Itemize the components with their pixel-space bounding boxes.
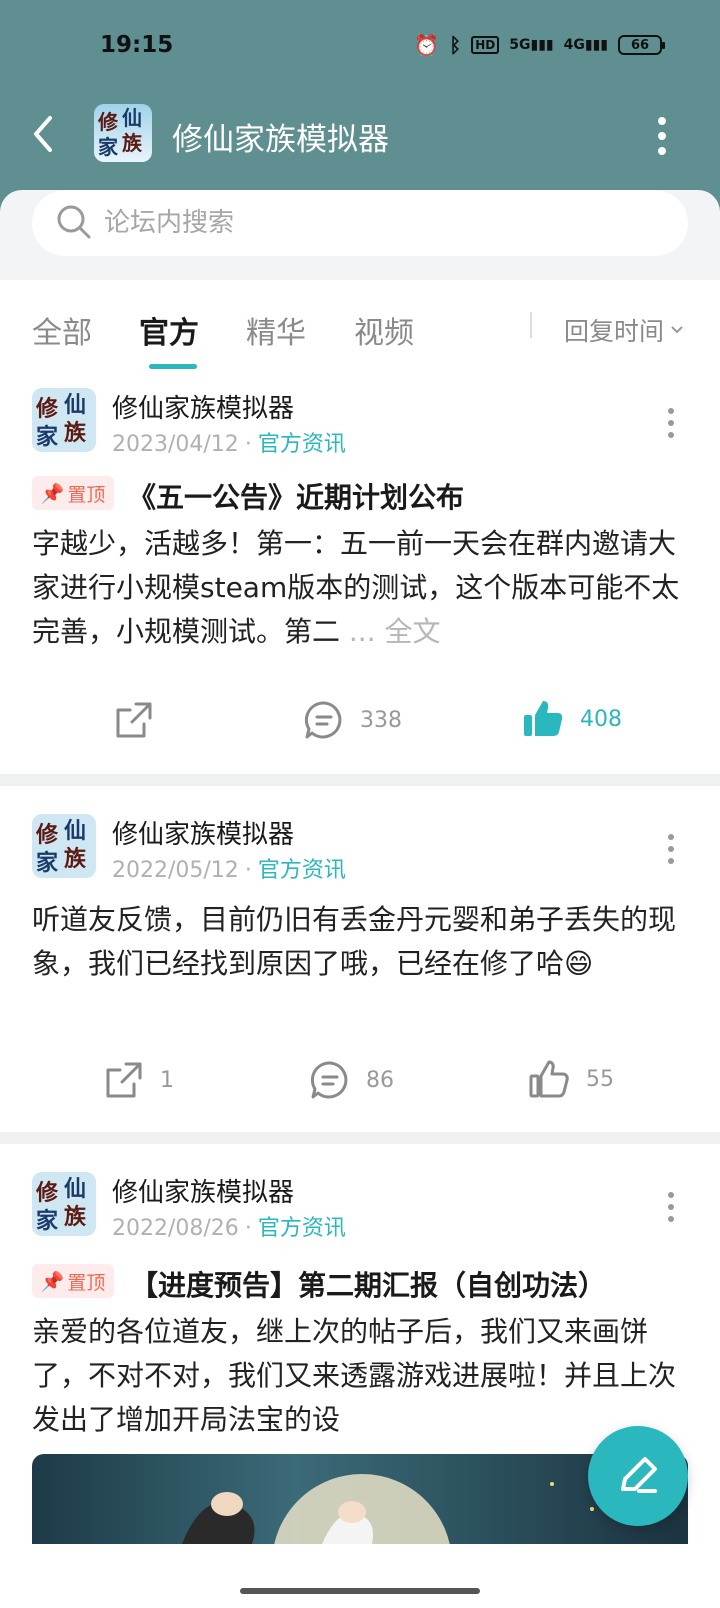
thumbs-up-icon: [529, 1060, 569, 1098]
post-category[interactable]: 官方资讯: [258, 858, 346, 883]
svg-text:修: 修: [35, 822, 59, 848]
post-author[interactable]: 修仙家族模拟器: [112, 814, 294, 851]
share-button[interactable]: 1: [104, 1060, 174, 1100]
chevron-down-icon: [671, 326, 683, 334]
post-date: 2023/04/12: [112, 432, 239, 457]
pinned-badge: 📌 置顶: [32, 1264, 114, 1298]
post-date: 2022/05/12: [112, 858, 239, 883]
app-header: 19:15 ⏰ ᛒ HD 5G▮▮▮ 4G▮▮▮ 66 修 仙 家 族 修仙家族…: [0, 0, 720, 212]
tab-divider: [530, 312, 532, 338]
pen-icon: [621, 1457, 657, 1493]
post-meta: 2023/04/12 · 官方资讯: [112, 432, 346, 457]
search-icon: [57, 205, 91, 239]
comment-count: 86: [366, 1067, 394, 1093]
like-count: 55: [586, 1066, 614, 1092]
bluetooth-icon: ᛒ: [449, 33, 462, 57]
comment-button[interactable]: 338: [304, 700, 402, 740]
tab-all[interactable]: 全部: [32, 308, 92, 352]
svg-text:族: 族: [64, 420, 87, 446]
compose-post-button[interactable]: [588, 1426, 688, 1526]
avatar[interactable]: 修 仙 家 族: [32, 388, 96, 452]
like-count: 408: [580, 706, 622, 732]
share-count: 1: [160, 1067, 174, 1093]
post-category[interactable]: 官方资讯: [258, 1216, 346, 1241]
svg-text:仙: 仙: [64, 818, 86, 844]
tab-video[interactable]: 视频: [354, 308, 414, 352]
comment-icon: [304, 701, 342, 739]
svg-text:修: 修: [97, 110, 119, 134]
page-title: 修仙家族模拟器: [172, 122, 389, 158]
active-tab-indicator: [149, 364, 197, 369]
back-button[interactable]: [26, 112, 60, 156]
svg-text:仙: 仙: [64, 392, 86, 418]
svg-text:家: 家: [36, 850, 59, 876]
post-meta: 2022/08/26 · 官方资讯: [112, 1216, 346, 1241]
post-category[interactable]: 官方资讯: [258, 432, 346, 457]
read-more-link[interactable]: ... 全文: [349, 615, 441, 648]
avatar[interactable]: 修 仙 家 族: [32, 814, 96, 878]
svg-text:家: 家: [98, 135, 119, 159]
svg-text:族: 族: [64, 1204, 87, 1230]
svg-text:修: 修: [35, 1180, 59, 1206]
post-body[interactable]: 亲爱的各位道友，继上次的帖子后，我们又来画饼了，不对不对，我们又来透露游戏进展啦…: [32, 1310, 688, 1442]
comment-button[interactable]: 86: [310, 1060, 394, 1100]
comment-count: 338: [360, 707, 402, 733]
sort-dropdown[interactable]: 回复时间: [564, 312, 684, 348]
signal-4g-icon: 4G▮▮▮: [563, 37, 608, 53]
tab-featured[interactable]: 精华: [246, 308, 306, 352]
post-title[interactable]: 【进度预告】第二期汇报（自创功法）: [130, 1264, 606, 1304]
avatar[interactable]: 修 仙 家 族: [32, 1172, 96, 1236]
pin-icon: 📌: [40, 1270, 65, 1293]
post-more-button[interactable]: [666, 834, 676, 864]
search-box[interactable]: [32, 190, 688, 256]
hd-icon: HD: [471, 36, 500, 54]
home-indicator[interactable]: [240, 1588, 480, 1594]
svg-text:家: 家: [36, 1208, 59, 1234]
tab-official[interactable]: 官方: [139, 308, 199, 352]
like-button[interactable]: 408: [522, 698, 622, 740]
svg-text:族: 族: [122, 131, 143, 155]
signal-5g-icon: 5G▮▮▮: [509, 37, 554, 53]
status-icons: ⏰ ᛒ HD 5G▮▮▮ 4G▮▮▮ 66: [414, 33, 665, 57]
post-date: 2022/08/26: [112, 1216, 239, 1241]
back-arrow-icon: [34, 116, 52, 152]
pin-icon: 📌: [40, 482, 65, 505]
post-more-button[interactable]: [666, 1192, 676, 1222]
comment-icon: [310, 1061, 348, 1099]
status-time: 19:15: [100, 32, 174, 58]
alarm-icon: ⏰: [414, 33, 440, 57]
filter-tabs: 全部 官方 精华 视频 回复时间: [0, 280, 720, 376]
svg-text:仙: 仙: [64, 1176, 86, 1202]
svg-text:族: 族: [64, 846, 87, 872]
pinned-badge: 📌 置顶: [32, 476, 114, 510]
status-bar: 19:15 ⏰ ᛒ HD 5G▮▮▮ 4G▮▮▮ 66: [0, 28, 720, 68]
app-logo: 修 仙 家 族: [94, 104, 152, 162]
post-card[interactable]: 修 仙 家 族 修仙家族模拟器 2022/08/26 · 官方资讯 📌 置顶 【进度预…: [0, 1144, 720, 1608]
post-body[interactable]: 字越少，活越多！第一：五一前一天会在群内邀请大家进行小规模steam版本的测试，…: [32, 522, 688, 654]
post-author[interactable]: 修仙家族模拟器: [112, 388, 294, 425]
sort-label: 回复时间: [564, 317, 665, 346]
svg-text:家: 家: [36, 424, 59, 450]
svg-text:仙: 仙: [122, 106, 142, 130]
post-more-button[interactable]: [666, 408, 676, 438]
post-author[interactable]: 修仙家族模拟器: [112, 1172, 294, 1209]
search-area: [0, 190, 720, 280]
share-icon: [106, 1062, 142, 1098]
post-card[interactable]: 修 仙 家 族 修仙家族模拟器 2022/05/12 · 官方资讯 听道友反馈，目前…: [0, 786, 720, 1132]
share-button[interactable]: [114, 700, 154, 740]
post-meta: 2022/05/12 · 官方资讯: [112, 858, 346, 883]
post-title[interactable]: 《五一公告》近期计划公布: [128, 476, 464, 516]
search-input[interactable]: [104, 190, 664, 256]
post-body[interactable]: 听道友反馈，目前仍旧有丢金丹元婴和弟子丢失的现象，我们已经找到原因了哦，已经在修…: [32, 898, 688, 986]
more-options-button[interactable]: [654, 114, 670, 155]
post-card[interactable]: 修 仙 家 族 修仙家族模拟器 2023/04/12 · 官方资讯 📌 置顶 《五一公…: [0, 376, 720, 774]
battery-icon: 66: [618, 35, 665, 55]
thumbs-up-filled-icon: [524, 701, 563, 736]
share-icon: [116, 702, 152, 738]
like-button[interactable]: 55: [528, 1058, 614, 1100]
svg-text:修: 修: [35, 396, 59, 422]
